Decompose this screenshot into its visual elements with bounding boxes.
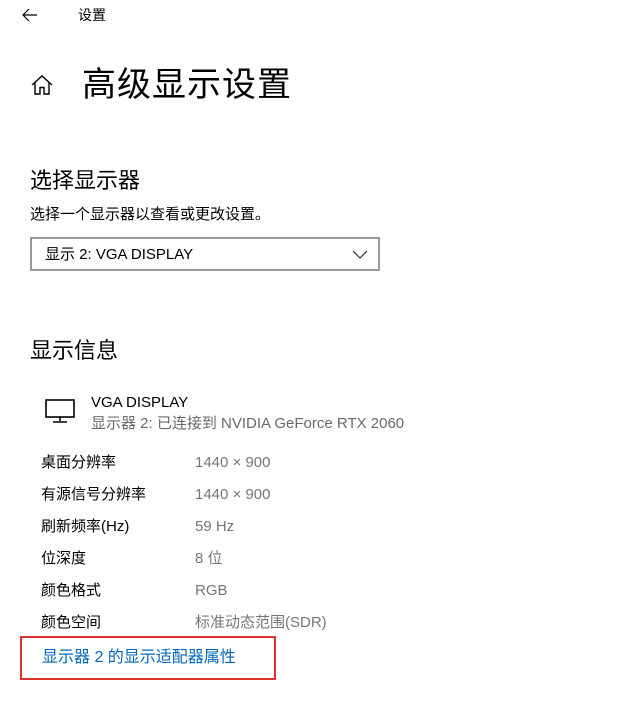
- info-row-color-space: 颜色空间 标准动态范围(SDR): [41, 612, 601, 634]
- info-label: 颜色空间: [41, 614, 102, 631]
- display-connection-info: 显示器 2: 已连接到 NVIDIA GeForce RTX 2060: [91, 415, 405, 432]
- info-value: RGB: [195, 582, 228, 599]
- select-display-description: 选择一个显示器以查看或更改设置。: [30, 206, 271, 223]
- home-icon: [31, 75, 53, 95]
- info-label: 颜色格式: [41, 582, 102, 599]
- display-select-dropdown[interactable]: 显示 2: VGA DISPLAY: [30, 237, 380, 271]
- info-row-bit-depth: 位深度 8 位: [41, 548, 601, 570]
- monitor-icon: [45, 399, 75, 423]
- back-button[interactable]: [14, 2, 46, 28]
- chevron-down-icon: [352, 250, 368, 259]
- display-adapter-properties-link[interactable]: 显示器 2 的显示适配器属性: [42, 648, 236, 668]
- page-header: 高级显示设置: [28, 60, 292, 110]
- adapter-link-highlight: 显示器 2 的显示适配器属性: [20, 636, 276, 680]
- back-arrow-icon: [22, 8, 37, 22]
- dropdown-selected-value: 显示 2: VGA DISPLAY: [45, 246, 194, 263]
- info-value: 59 Hz: [195, 518, 235, 535]
- info-row-color-format: 颜色格式 RGB: [41, 580, 601, 602]
- info-label: 位深度: [41, 550, 87, 567]
- info-value: 1440 × 900: [195, 486, 271, 503]
- info-row-active-signal-resolution: 有源信号分辨率 1440 × 900: [41, 484, 601, 506]
- page-title: 高级显示设置: [82, 66, 292, 104]
- display-info-heading: 显示信息: [30, 338, 119, 364]
- info-value: 8 位: [195, 550, 223, 567]
- info-label: 刷新频率(Hz): [41, 518, 130, 535]
- home-button[interactable]: [28, 71, 56, 99]
- window-title: 设置: [78, 7, 106, 23]
- select-display-heading: 选择显示器: [30, 168, 141, 194]
- info-label: 有源信号分辨率: [41, 486, 147, 503]
- title-bar: 设置: [0, 0, 644, 32]
- info-label: 桌面分辨率: [41, 454, 117, 471]
- display-name: VGA DISPLAY: [91, 394, 189, 411]
- info-value: 标准动态范围(SDR): [195, 614, 327, 631]
- info-value: 1440 × 900: [195, 454, 271, 471]
- info-row-refresh-rate: 刷新频率(Hz) 59 Hz: [41, 516, 601, 538]
- info-row-desktop-resolution: 桌面分辨率 1440 × 900: [41, 452, 601, 474]
